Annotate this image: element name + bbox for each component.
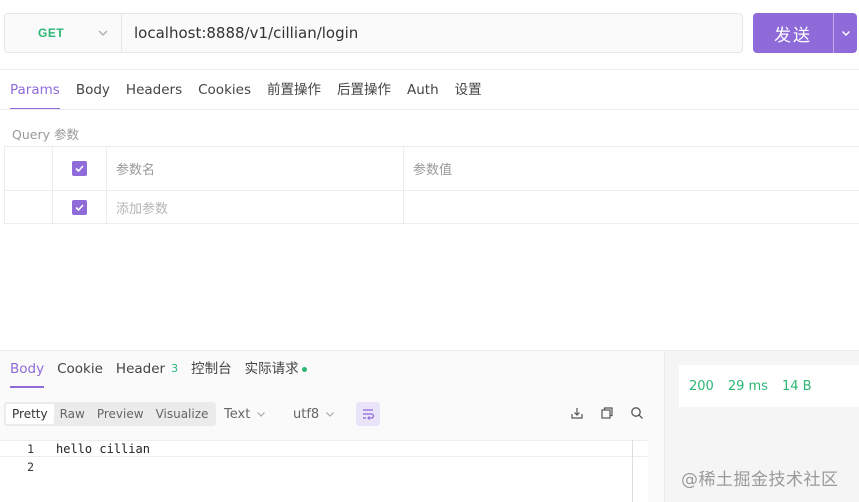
check-icon (75, 165, 84, 173)
url-input[interactable] (122, 14, 742, 52)
download-button[interactable] (569, 405, 585, 421)
response-tabs: Body Cookie Header 3 控制台 实际请求 (0, 350, 310, 388)
params-header-row: 参数名 参数值 (4, 147, 859, 191)
drag-handle-cell (4, 147, 53, 190)
wrap-lines-icon (363, 409, 375, 420)
request-tabs: Params Body Headers Cookies 前置操作 后置操作 Au… (0, 70, 488, 110)
chevron-down-icon (841, 31, 850, 36)
resp-tab-cookie[interactable]: Cookie (57, 350, 103, 388)
tab-headers[interactable]: Headers (126, 70, 182, 110)
line-number: 2 (27, 460, 34, 474)
view-raw[interactable]: Raw (54, 404, 91, 424)
editor-scrollbar-track[interactable] (632, 440, 633, 502)
tab-params[interactable]: Params (10, 70, 60, 110)
send-button[interactable]: 发送 (753, 13, 857, 53)
send-label: 发送 (774, 25, 812, 46)
header-count-badge: 3 (171, 362, 179, 375)
params-table: 参数名 参数值 添加参数 (4, 146, 859, 224)
search-button[interactable] (629, 405, 645, 421)
copy-button[interactable] (599, 405, 615, 421)
resp-tab-body[interactable]: Body (10, 350, 45, 388)
resp-tab-label: 控制台 (191, 361, 232, 377)
method-label: GET (38, 26, 65, 40)
divider (0, 109, 859, 110)
tab-pre-actions[interactable]: 前置操作 (267, 70, 321, 110)
param-name-header: 参数名 (107, 147, 404, 190)
view-visualize[interactable]: Visualize (150, 404, 215, 424)
code-line: hello cillian (56, 442, 150, 456)
format-select[interactable]: Text (224, 402, 266, 426)
resp-tab-header[interactable]: Header 3 (116, 350, 178, 388)
tab-settings[interactable]: 设置 (455, 70, 482, 110)
query-params-label: Query 参数 (12, 127, 79, 142)
resp-tab-actual-request[interactable]: 实际请求 (245, 350, 307, 388)
add-param-input[interactable]: 添加参数 (107, 191, 404, 223)
resp-tab-label: Cookie (57, 361, 103, 377)
download-icon (571, 408, 583, 419)
send-options-button[interactable] (834, 28, 857, 38)
code-content: hello cillian (56, 441, 150, 477)
status-code: 200 (689, 378, 714, 394)
word-wrap-button[interactable] (356, 402, 380, 426)
search-icon (631, 407, 643, 419)
url-bar: GET (4, 13, 743, 53)
encoding-select[interactable]: utf8 (293, 402, 335, 426)
copy-icon (601, 407, 613, 419)
view-mode-segment: Pretty Raw Preview Visualize (4, 402, 217, 426)
row-enabled-checkbox[interactable] (72, 199, 87, 215)
param-value-header: 参数值 (413, 163, 453, 178)
chevron-down-icon (257, 412, 266, 417)
row-check-cell (53, 191, 107, 223)
tab-cookies[interactable]: Cookies (198, 70, 251, 110)
chevron-down-icon (326, 412, 335, 417)
method-select[interactable]: GET (5, 14, 122, 52)
resp-tab-label: Header (115, 361, 166, 377)
format-select-value: Text (224, 406, 251, 422)
tab-body[interactable]: Body (76, 70, 110, 110)
check-icon (75, 203, 84, 211)
select-all-checkbox[interactable] (72, 161, 87, 176)
line-number-gutter: 1 2 (0, 441, 40, 477)
chevron-down-icon (98, 30, 108, 36)
view-preview[interactable]: Preview (91, 404, 150, 424)
response-time: 29 ms (727, 378, 768, 394)
encoding-select-value: utf8 (293, 406, 320, 422)
select-all-cell (53, 147, 107, 190)
param-value-input[interactable] (404, 191, 859, 223)
params-add-row: 添加参数 (4, 191, 859, 224)
resp-tab-label: 实际请求 (244, 361, 299, 377)
resp-tab-label: Body (10, 361, 45, 377)
line-number: 1 (27, 442, 34, 456)
tab-auth[interactable]: Auth (407, 70, 439, 110)
watermark: @稀土掘金技术社区 (681, 470, 839, 490)
response-size: 14 B (781, 378, 812, 394)
view-pretty[interactable]: Pretty (6, 404, 54, 424)
drag-handle-cell (4, 191, 53, 223)
status-dot-icon (301, 366, 307, 372)
resp-tab-console[interactable]: 控制台 (191, 350, 232, 388)
response-status: 200 29 ms 14 B (679, 365, 859, 407)
tab-post-actions[interactable]: 后置操作 (337, 70, 391, 110)
